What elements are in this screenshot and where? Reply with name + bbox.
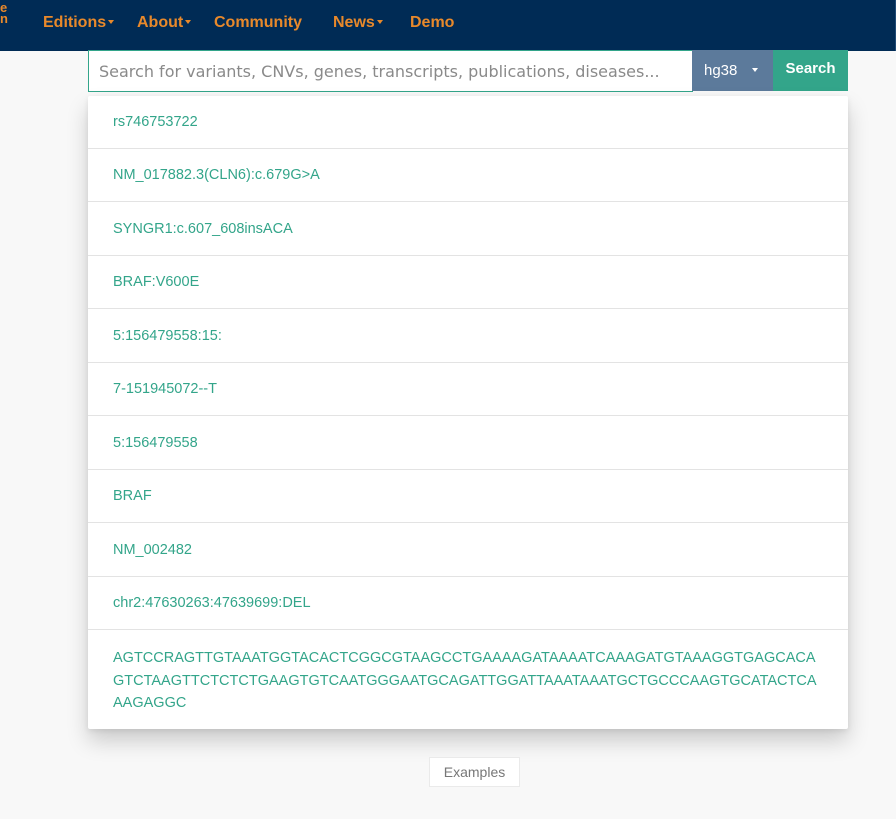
suggestion-item[interactable]: NM_002482	[88, 524, 848, 577]
suggestion-item[interactable]: 5:156479558:15:	[88, 310, 848, 363]
search-button[interactable]: Search	[773, 50, 848, 91]
chevron-down-icon	[185, 19, 192, 24]
nav-news-label: News	[333, 14, 375, 31]
suggestion-item-sequence[interactable]: AGTCCRAGTTGTAAATGGTACACTCGGCGTAAGCCTGAAA…	[88, 631, 848, 729]
logo-text-line-2: n	[0, 11, 8, 26]
nav-about-menu[interactable]: About	[137, 13, 192, 33]
suggestion-item[interactable]: rs746753722	[88, 96, 848, 149]
chevron-down-icon	[108, 19, 115, 24]
nav-community-label: Community	[214, 14, 302, 31]
suggestion-item[interactable]: BRAF:V600E	[88, 256, 848, 309]
genome-build-select[interactable]: hg38	[692, 50, 773, 91]
top-navigation-bar: e n Editions About Community News Demo	[0, 0, 896, 51]
nav-demo-label: Demo	[410, 14, 455, 31]
examples-button[interactable]: Examples	[429, 757, 520, 787]
suggestion-item[interactable]: chr2:47630263:47639699:DEL	[88, 577, 848, 630]
genome-build-value: hg38	[704, 62, 738, 79]
chevron-down-icon	[752, 68, 758, 72]
suggestion-item[interactable]: NM_017882.3(CLN6):c.679G>A	[88, 149, 848, 202]
nav-demo-link[interactable]: Demo	[410, 13, 454, 33]
nav-community-link[interactable]: Community	[214, 13, 302, 33]
suggestion-item[interactable]: BRAF	[88, 470, 848, 523]
suggestion-item[interactable]: SYNGR1:c.607_608insACA	[88, 203, 848, 256]
search-suggestions-dropdown: rs746753722 NM_017882.3(CLN6):c.679G>A S…	[88, 96, 848, 729]
suggestion-item[interactable]: 5:156479558	[88, 417, 848, 470]
chevron-down-icon	[376, 19, 383, 24]
nav-news-menu[interactable]: News	[333, 13, 383, 33]
search-input[interactable]	[88, 50, 693, 92]
suggestion-item[interactable]: 7-151945072--T	[88, 363, 848, 416]
nav-about-label: About	[137, 14, 184, 31]
nav-editions-menu[interactable]: Editions	[43, 13, 115, 33]
logo[interactable]: e n	[0, 2, 8, 32]
nav-editions-label: Editions	[43, 14, 107, 31]
